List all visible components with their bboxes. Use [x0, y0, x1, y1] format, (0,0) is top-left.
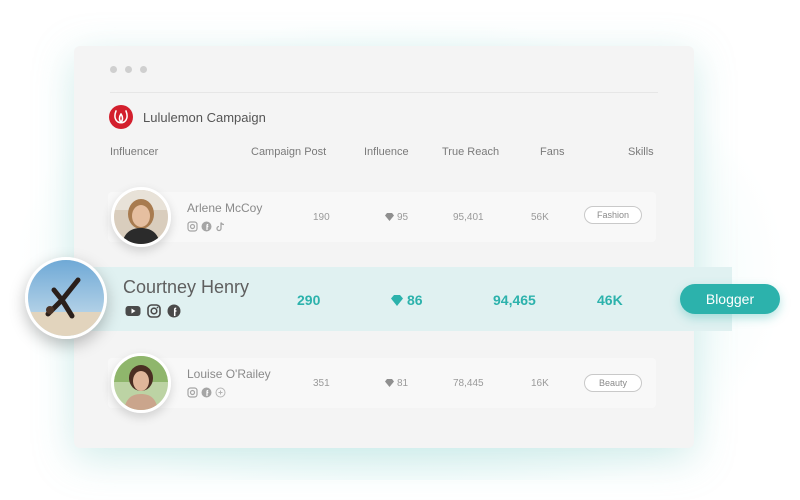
window-dot[interactable] — [125, 66, 132, 73]
skill-tag[interactable]: Beauty — [584, 374, 642, 392]
fans-count: 56K — [531, 212, 549, 223]
diamond-icon — [385, 213, 394, 221]
instagram-icon[interactable] — [147, 304, 161, 318]
fans-count: 46K — [597, 292, 623, 308]
column-header-influence[interactable]: Influence — [364, 146, 409, 158]
influence-score: 81 — [385, 378, 408, 389]
avatar — [111, 187, 171, 247]
social-links — [187, 387, 226, 398]
lululemon-logo-icon — [109, 105, 133, 129]
instagram-icon[interactable] — [187, 221, 198, 232]
true-reach-value: 95,401 — [453, 212, 484, 223]
campaign-post-count: 290 — [297, 292, 321, 308]
influencer-name: Arlene McCoy — [187, 201, 263, 215]
skill-tag[interactable]: Fashion — [584, 206, 642, 224]
tiktok-icon[interactable] — [215, 221, 226, 232]
influence-score: 95 — [385, 212, 408, 223]
window-dot[interactable] — [110, 66, 117, 73]
column-header-campaign-post[interactable]: Campaign Post — [251, 146, 326, 158]
window-controls — [110, 66, 147, 73]
youtube-icon[interactable] — [125, 304, 141, 318]
fans-count: 16K — [531, 378, 549, 389]
table-row[interactable]: Louise O'Railey 351 81 78,445 16K Beauty — [108, 353, 656, 413]
instagram-icon[interactable] — [187, 387, 198, 398]
influencer-name: Louise O'Railey — [187, 367, 271, 381]
table-row[interactable]: Arlene McCoy 190 95 95,401 56K Fashion — [108, 187, 656, 247]
column-header-fans[interactable]: Fans — [540, 146, 564, 158]
window-dot[interactable] — [140, 66, 147, 73]
diamond-icon — [391, 295, 403, 306]
column-header-influencer[interactable]: Influencer — [110, 146, 158, 158]
campaign-post-count: 190 — [313, 212, 330, 223]
facebook-icon[interactable] — [167, 304, 181, 318]
add-icon[interactable] — [215, 387, 226, 398]
true-reach-value: 94,465 — [493, 292, 536, 308]
social-links — [125, 304, 181, 318]
column-header-true-reach[interactable]: True Reach — [442, 146, 499, 158]
influence-value: 86 — [407, 292, 423, 308]
diamond-icon — [385, 379, 394, 387]
social-links — [187, 221, 226, 232]
avatar — [111, 353, 171, 413]
influencer-name: Courtney Henry — [123, 277, 250, 297]
column-header-skills[interactable]: Skills — [628, 146, 654, 158]
influence-score: 86 — [391, 292, 423, 308]
true-reach-value: 78,445 — [453, 378, 484, 389]
facebook-icon[interactable] — [201, 221, 212, 232]
influence-value: 81 — [397, 378, 409, 389]
campaign-post-count: 351 — [313, 378, 330, 389]
divider — [110, 92, 658, 93]
avatar — [25, 257, 107, 339]
table-header: Influencer Campaign Post Influence True … — [74, 146, 694, 160]
campaign-title: Lululemon Campaign — [143, 109, 266, 125]
blogger-tag[interactable]: Blogger — [680, 284, 780, 314]
campaign-header: Lululemon Campaign — [109, 105, 266, 129]
facebook-icon[interactable] — [201, 387, 212, 398]
influence-value: 95 — [397, 212, 409, 223]
campaign-window: Lululemon Campaign Influencer Campaign P… — [74, 46, 694, 448]
